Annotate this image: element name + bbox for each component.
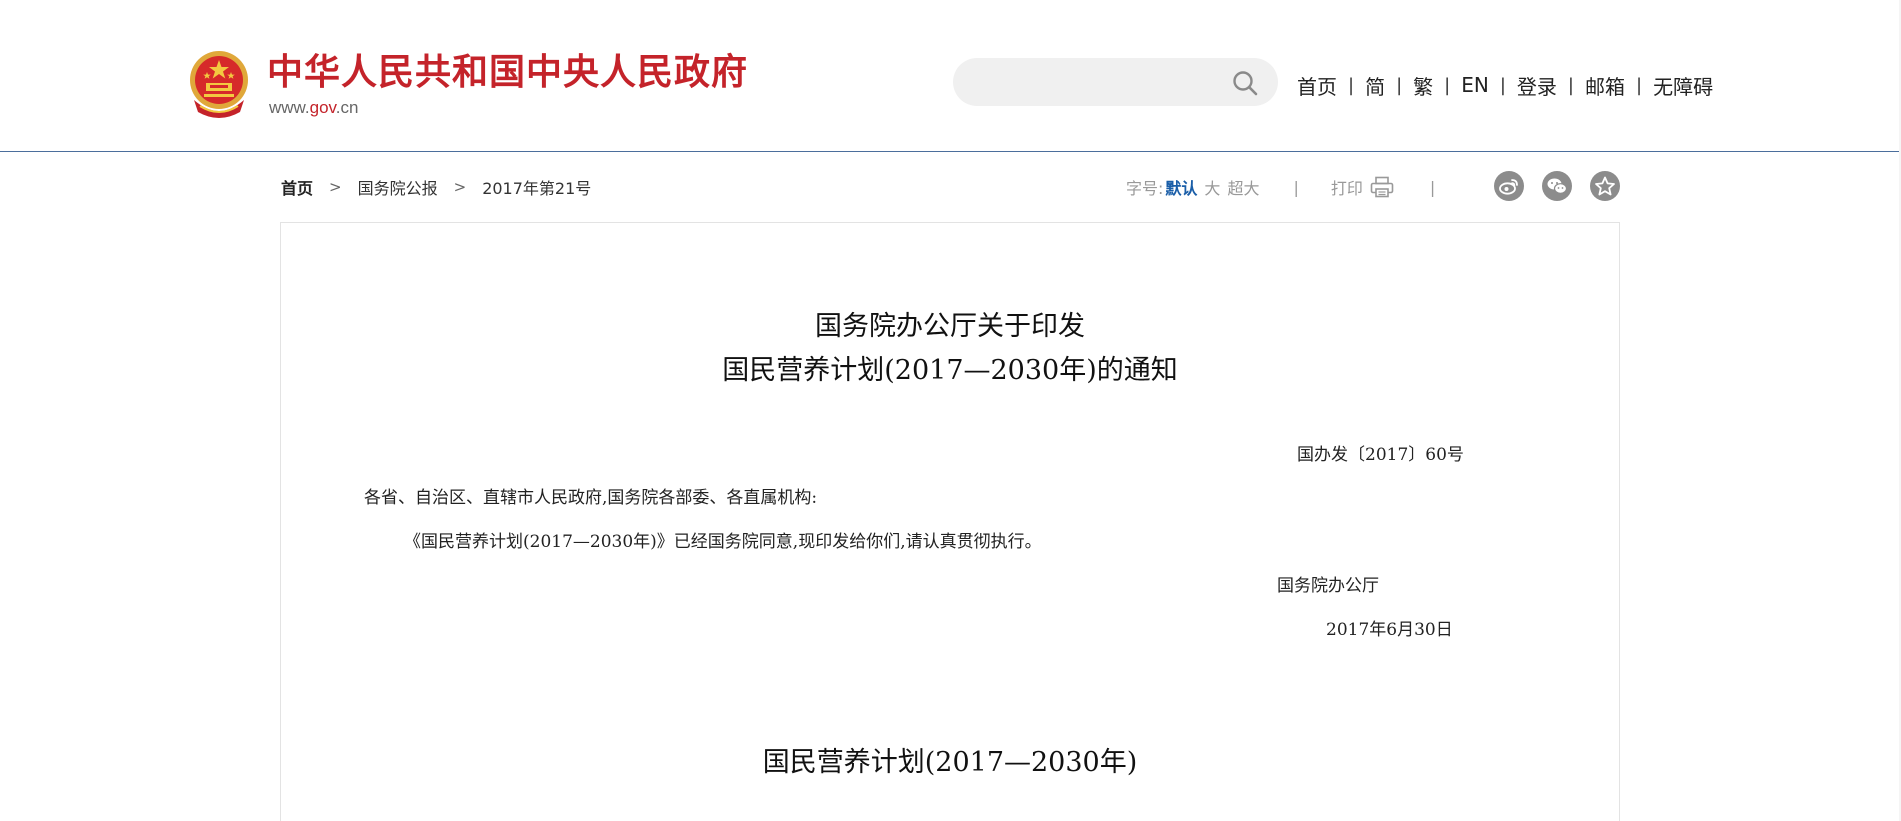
nav-home-link[interactable]: 首页 (1297, 71, 1337, 100)
nav-traditional-link[interactable]: 繁 (1413, 71, 1433, 100)
nav-accessibility-link[interactable]: 无障碍 (1653, 71, 1713, 100)
document-title-line1: 国务院办公厅关于印发 (815, 311, 1085, 342)
chevron-right-icon: > (453, 178, 467, 196)
search-input[interactable] (975, 66, 1215, 98)
nav-separator: | (1348, 74, 1355, 96)
breadcrumb-issue[interactable]: 2017年第21号 (482, 175, 591, 199)
breadcrumb-home[interactable]: 首页 (281, 175, 313, 199)
weibo-icon (1499, 179, 1518, 195)
document-body: 《国民营养计划(2017—2030年)》已经国务院同意,现印发给你们,请认真贯彻… (404, 532, 1042, 552)
article-card: 国务院办公厅关于印发 国民营养计划(2017—2030年)的通知 国办发〔201… (280, 222, 1620, 821)
plan-title: 国民营养计划(2017—2030年) (762, 747, 1138, 778)
site-domain-prefix: www. (269, 98, 310, 117)
font-size-large[interactable]: 大 (1204, 175, 1220, 199)
toolbar-divider: | (1293, 177, 1299, 197)
page: 中华人民共和国中央人民政府 www.gov.cn 首页 | 简 | 繁 | EN… (0, 0, 1901, 821)
article-toolbar: 字号: 默认 大 超大 | 打印 | (1126, 172, 1435, 202)
wechat-icon (1547, 178, 1568, 194)
document-issuer: 国务院办公厅 (1277, 576, 1379, 596)
font-size-label: 字号: (1126, 179, 1164, 198)
breadcrumb: 首页 > 国务院公报 > 2017年第21号 (281, 175, 591, 199)
site-domain[interactable]: www.gov.cn (269, 98, 358, 118)
search-icon[interactable] (1232, 70, 1258, 96)
nav-english-link[interactable]: EN (1461, 73, 1489, 97)
site-title[interactable]: 中华人民共和国中央人民政府 (267, 50, 748, 96)
font-size-extra-large[interactable]: 超大 (1227, 175, 1259, 199)
printer-icon[interactable] (1370, 176, 1394, 198)
site-domain-suffix: .cn (335, 98, 359, 117)
nav-separator: | (1396, 74, 1403, 96)
site-header: 中华人民共和国中央人民政府 www.gov.cn 首页 | 简 | 繁 | EN… (0, 0, 1901, 152)
star-icon (1595, 176, 1615, 196)
share-weibo-button[interactable] (1494, 171, 1524, 201)
nav-simplified-link[interactable]: 简 (1365, 71, 1385, 100)
share-wechat-button[interactable] (1542, 171, 1572, 201)
toolbar-divider: | (1429, 177, 1436, 197)
document-number: 国办发〔2017〕60号 (1297, 445, 1464, 465)
nav-mailbox-link[interactable]: 邮箱 (1585, 71, 1625, 100)
print-button[interactable]: 打印 (1331, 175, 1363, 199)
top-nav: 首页 | 简 | 繁 | EN | 登录 | 邮箱 | 无障碍 (1297, 71, 1713, 99)
font-size-default[interactable]: 默认 (1165, 175, 1197, 199)
national-emblem-logo[interactable] (186, 50, 252, 120)
nav-login-link[interactable]: 登录 (1517, 71, 1557, 100)
document-title-line2: 国民营养计划(2017—2030年)的通知 (722, 355, 1178, 386)
nav-separator: | (1444, 74, 1451, 96)
nav-separator: | (1499, 74, 1506, 96)
nav-separator: | (1636, 74, 1643, 96)
chevron-right-icon: > (329, 178, 342, 196)
search-box[interactable] (953, 58, 1278, 106)
breadcrumb-gazette[interactable]: 国务院公报 (358, 175, 438, 199)
document-date: 2017年6月30日 (1326, 620, 1453, 640)
nav-separator: | (1567, 74, 1574, 96)
site-domain-brand: gov (309, 98, 336, 117)
document-addressee: 各省、自治区、直辖市人民政府,国务院各部委、各直属机构: (364, 488, 818, 508)
share-favorite-button[interactable] (1590, 171, 1620, 201)
